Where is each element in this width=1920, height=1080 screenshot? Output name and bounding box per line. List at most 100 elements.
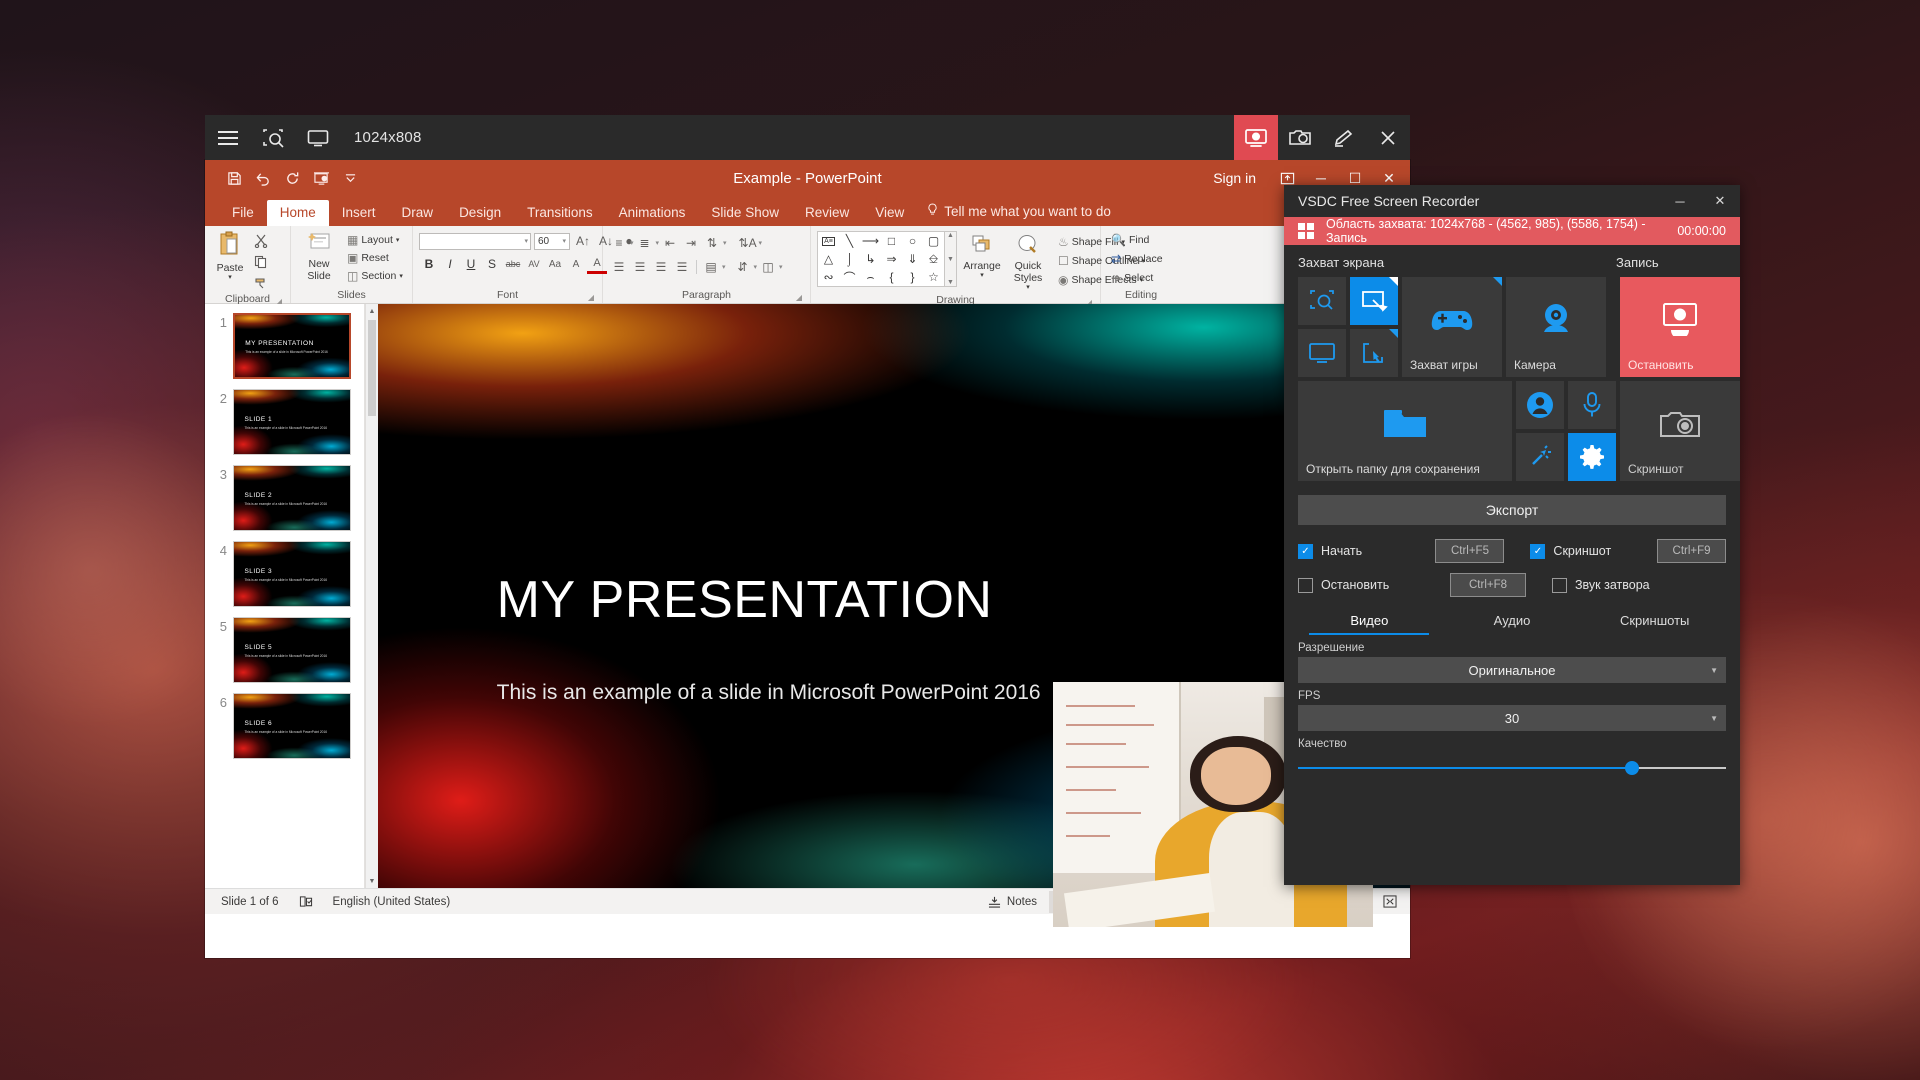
checkbox-icon[interactable] bbox=[1552, 578, 1567, 593]
quality-slider[interactable] bbox=[1298, 761, 1726, 775]
numbering-icon[interactable]: ≣ bbox=[635, 233, 655, 253]
tab-design[interactable]: Design bbox=[446, 200, 514, 227]
tab-slide-show[interactable]: Slide Show bbox=[698, 200, 792, 227]
rounded-rect-shape-icon[interactable]: ▢ bbox=[928, 234, 939, 248]
customize-qat-icon[interactable] bbox=[337, 165, 363, 191]
marker-pen-icon[interactable] bbox=[1322, 115, 1366, 160]
right-brace-shape-icon[interactable]: } bbox=[910, 270, 914, 284]
replace-button[interactable]: ⇄Replace bbox=[1107, 251, 1167, 267]
align-left-icon[interactable]: ☰ bbox=[609, 257, 629, 277]
webcam-overlay-tile[interactable] bbox=[1516, 381, 1564, 429]
select-region-icon[interactable] bbox=[250, 115, 295, 160]
slide-thumbnail-5[interactable]: SLIDE 5 This is an example of a slide in… bbox=[233, 617, 351, 683]
shapes-more-icon[interactable]: ▼ bbox=[947, 279, 954, 286]
scroll-up-icon[interactable]: ▲ bbox=[947, 232, 954, 239]
elbow-connector-icon[interactable]: ⌡ bbox=[846, 252, 853, 266]
left-brace-shape-icon[interactable]: { bbox=[889, 270, 893, 284]
font-size-input[interactable]: 60▾ bbox=[534, 233, 570, 250]
tell-me-search[interactable]: Tell me what you want to do bbox=[917, 197, 1121, 226]
list-item[interactable]: 5 SLIDE 5 This is an example of a slide … bbox=[205, 612, 364, 688]
slide-counter[interactable]: Slide 1 of 6 bbox=[211, 896, 289, 908]
scroll-down-icon[interactable]: ▼ bbox=[947, 256, 954, 263]
align-right-icon[interactable]: ☰ bbox=[651, 257, 671, 277]
undo-icon[interactable] bbox=[250, 165, 276, 191]
hotkey-start-checkbox[interactable]: ✓ Начать bbox=[1298, 544, 1435, 559]
convert-smartart-icon[interactable]: ◫ bbox=[758, 257, 778, 277]
spell-check-icon[interactable] bbox=[289, 895, 323, 908]
start-slideshow-icon[interactable] bbox=[308, 165, 334, 191]
section-button[interactable]: ◫Section▾ bbox=[343, 268, 407, 284]
layout-button[interactable]: ▦Layout▾ bbox=[343, 232, 407, 248]
list-item[interactable]: 1 MY PRESENTATION This is an example of … bbox=[205, 308, 364, 384]
shapes-gallery-scrollbar[interactable]: ▲ ▼ ▼ bbox=[945, 231, 957, 287]
elbow-arrow-icon[interactable]: ↳ bbox=[865, 252, 875, 266]
settings-tile[interactable] bbox=[1568, 433, 1616, 481]
line-shape-icon[interactable]: ╲ bbox=[846, 234, 853, 248]
text-direction-icon[interactable]: ⇅A bbox=[738, 233, 758, 253]
checkbox-icon[interactable] bbox=[1298, 578, 1313, 593]
italic-button[interactable]: I bbox=[440, 254, 460, 274]
tab-view[interactable]: View bbox=[862, 200, 917, 227]
copy-icon[interactable] bbox=[251, 252, 271, 272]
increase-font-size-icon[interactable]: A↑ bbox=[573, 231, 593, 251]
hotkey-start-key[interactable]: Ctrl+F5 bbox=[1435, 539, 1504, 563]
tab-screenshots[interactable]: Скриншоты bbox=[1583, 607, 1726, 635]
export-button[interactable]: Экспорт bbox=[1298, 495, 1726, 525]
language-indicator[interactable]: English (United States) bbox=[323, 896, 461, 908]
vsdc-close-button[interactable]: ✕ bbox=[1700, 185, 1740, 217]
font-name-input[interactable]: ▾ bbox=[419, 233, 531, 250]
align-text-icon[interactable]: ⇵ bbox=[733, 257, 753, 277]
increase-indent-icon[interactable]: ⇥ bbox=[681, 233, 701, 253]
arc-shape-icon[interactable]: ⌒ bbox=[843, 269, 855, 286]
curve-shape-icon[interactable]: ⌢ bbox=[867, 270, 875, 285]
hotkey-screenshot-key[interactable]: Ctrl+F9 bbox=[1657, 539, 1726, 563]
select-region-tile[interactable] bbox=[1298, 277, 1346, 325]
list-item[interactable]: 6 SLIDE 6 This is an example of a slide … bbox=[205, 688, 364, 764]
cursor-click-tile[interactable] bbox=[1516, 433, 1564, 481]
paragraph-dialog-launcher[interactable]: ◢ bbox=[796, 293, 802, 302]
game-capture-tile[interactable]: Захват игры bbox=[1402, 277, 1502, 377]
slide-title[interactable]: MY PRESENTATION bbox=[497, 570, 993, 630]
tab-audio[interactable]: Аудио bbox=[1441, 607, 1584, 635]
slide-thumbnail-6[interactable]: SLIDE 6 This is an example of a slide in… bbox=[233, 693, 351, 759]
format-painter-icon[interactable] bbox=[251, 273, 271, 293]
tab-home[interactable]: Home bbox=[267, 200, 329, 227]
tab-draw[interactable]: Draw bbox=[389, 200, 447, 227]
bullets-icon[interactable]: ≡ bbox=[609, 233, 629, 253]
flowchart-shape-icon[interactable]: ⎒ bbox=[929, 252, 938, 267]
scribble-shape-icon[interactable]: ∾ bbox=[823, 270, 833, 284]
redo-icon[interactable] bbox=[279, 165, 305, 191]
right-arrow-shape-icon[interactable]: ⇒ bbox=[886, 252, 896, 266]
hotkey-stop-checkbox[interactable]: Остановить bbox=[1298, 578, 1450, 593]
decrease-indent-icon[interactable]: ⇤ bbox=[660, 233, 680, 253]
camera-icon[interactable] bbox=[1278, 115, 1322, 160]
hamburger-menu-icon[interactable] bbox=[205, 115, 250, 160]
fit-slide-icon[interactable] bbox=[1376, 891, 1404, 913]
quality-slider-handle[interactable] bbox=[1625, 761, 1639, 775]
quick-styles-button[interactable]: Quick Styles ▾ bbox=[1007, 231, 1049, 294]
arrange-button[interactable]: Arrange ▾ bbox=[962, 231, 1002, 282]
sign-in-link[interactable]: Sign in bbox=[1213, 170, 1256, 186]
stop-tile[interactable]: Остановить bbox=[1620, 277, 1740, 377]
slide-thumbnail-3[interactable]: SLIDE 2 This is an example of a slide in… bbox=[233, 465, 351, 531]
line-spacing-icon[interactable]: ⇅ bbox=[702, 233, 722, 253]
text-highlight-button[interactable]: A bbox=[566, 254, 586, 274]
bold-button[interactable]: B bbox=[419, 254, 439, 274]
fps-select[interactable]: 30 ▼ bbox=[1298, 705, 1726, 731]
slide-thumbnail-pane[interactable]: 1 MY PRESENTATION This is an example of … bbox=[205, 304, 365, 888]
triangle-shape-icon[interactable]: △ bbox=[824, 252, 833, 266]
rectangle-shape-icon[interactable]: □ bbox=[888, 234, 895, 248]
hotkey-screenshot-checkbox[interactable]: ✓ Скриншот bbox=[1530, 544, 1657, 559]
tab-animations[interactable]: Animations bbox=[606, 200, 699, 227]
draw-region-tile[interactable] bbox=[1350, 277, 1398, 325]
underline-button[interactable]: U bbox=[461, 254, 481, 274]
oval-shape-icon[interactable]: ○ bbox=[909, 234, 916, 248]
shapes-gallery[interactable]: A≡ ╲ ⟶ □ ○ ▢ △ ⌡ ↳ ⇒ ⇓ ⎒ ∾ ⌒ ⌢ bbox=[817, 231, 945, 287]
scroll-down-icon[interactable]: ▼ bbox=[366, 874, 378, 888]
vsdc-minimize-button[interactable]: ─ bbox=[1660, 185, 1700, 217]
microphone-tile[interactable] bbox=[1568, 381, 1616, 429]
tab-transitions[interactable]: Transitions bbox=[514, 200, 606, 227]
thumbnail-scrollbar[interactable]: ▲ ▼ bbox=[365, 304, 378, 888]
text-shadow-button[interactable]: S bbox=[482, 254, 502, 274]
slide-thumbnail-2[interactable]: SLIDE 1 This is an example of a slide in… bbox=[233, 389, 351, 455]
